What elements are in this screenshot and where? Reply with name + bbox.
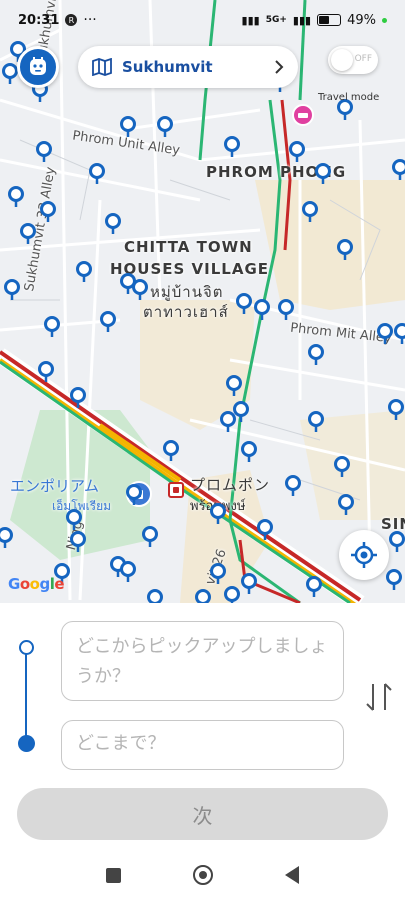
pickup-marker-icon: [19, 640, 34, 655]
hotel-icon[interactable]: [292, 104, 314, 126]
driver-pin-icon: [70, 531, 86, 553]
back-icon[interactable]: [285, 866, 299, 884]
train-station-icon: [168, 482, 184, 498]
driver-pin-icon: [210, 503, 226, 525]
next-button[interactable]: 次: [17, 788, 388, 840]
driver-pin-icon: [289, 141, 305, 163]
avatar-button[interactable]: [17, 46, 59, 88]
route-connector: [25, 648, 27, 744]
driver-pin-icon: [220, 411, 236, 433]
driver-pin-icon: [100, 311, 116, 333]
battery-percent: 49%: [347, 12, 376, 28]
destination-field[interactable]: どこまで？: [61, 720, 344, 770]
recent-apps-icon[interactable]: [106, 867, 121, 883]
area-label-chitta-thai2: ตาทาวเฮาส์: [143, 303, 229, 321]
driver-pin-icon: [377, 323, 393, 345]
battery-icon: [317, 14, 342, 26]
driver-pin-icon: [147, 589, 163, 603]
driver-pin-icon: [308, 411, 324, 433]
driver-pin-icon: [389, 531, 405, 553]
driver-pin-icon: [224, 586, 240, 603]
more-notifications-icon: ···: [83, 12, 97, 28]
driver-pin-icon: [2, 63, 18, 85]
driver-pin-icon: [306, 576, 322, 598]
registered-icon: R: [65, 14, 78, 26]
driver-pin-icon: [40, 201, 56, 223]
driver-pin-icon: [386, 569, 402, 591]
map-view[interactable]: Phrom Unit Alley PHROM PHONG CHITTA TOWN…: [0, 0, 405, 603]
driver-pin-icon: [285, 475, 301, 497]
driver-pin-icon: [338, 494, 354, 516]
driver-pin-icon: [224, 136, 240, 158]
driver-pin-icon: [302, 201, 318, 223]
driver-pin-icon: [20, 223, 36, 245]
driver-pin-icon: [308, 344, 324, 366]
driver-pin-icon: [44, 316, 60, 338]
signal-icon-2: ▮▮▮: [292, 13, 312, 27]
driver-pin-icon: [120, 561, 136, 583]
driver-pin-icon: [66, 509, 82, 531]
pickup-field[interactable]: どこからピックアップしましょうか？: [61, 621, 344, 701]
driver-pin-icon: [38, 361, 54, 383]
driver-pin-icon: [392, 159, 405, 181]
chevron-right-icon: [275, 60, 284, 74]
driver-pin-icon: [120, 116, 136, 138]
driver-pin-icon: [36, 141, 52, 163]
driver-pin-icon: [70, 387, 86, 409]
driver-pin-icon: [394, 323, 405, 345]
home-icon[interactable]: [193, 865, 213, 885]
driver-pin-icon: [334, 456, 350, 478]
status-time: 20:31: [18, 12, 60, 28]
location-label: Sukhumvit: [122, 58, 213, 76]
driver-pin-icon: [4, 279, 20, 301]
driver-pin-icon: [126, 484, 142, 506]
driver-pin-icon: [76, 261, 92, 283]
crosshair-icon: [351, 542, 377, 568]
driver-pin-icon: [8, 186, 24, 208]
travel-mode-label: Travel mode: [318, 92, 380, 103]
driver-pin-icon: [257, 519, 273, 541]
driver-pin-icon: [226, 375, 242, 397]
driver-pin-icon: [241, 441, 257, 463]
robot-avatar-icon: [30, 57, 46, 75]
driver-pin-icon: [0, 527, 13, 549]
driver-pin-icon: [278, 299, 294, 321]
driver-pin-icon: [388, 399, 404, 421]
driver-pin-icon: [195, 589, 211, 603]
driver-pin-icon: [105, 213, 121, 235]
travel-switch[interactable]: OFF: [328, 46, 378, 74]
driver-pin-icon: [236, 293, 252, 315]
my-location-button[interactable]: [339, 530, 389, 580]
swap-locations-button[interactable]: [364, 680, 394, 714]
driver-pin-icon: [132, 279, 148, 301]
system-nav-bar: [0, 850, 405, 900]
poi-label-emporium: エンポリアム: [10, 477, 99, 495]
driver-pin-icon: [142, 526, 158, 548]
google-logo: Google: [8, 575, 65, 593]
status-bar: 20:31 R ··· ▮▮▮ 5G+ ▮▮▮ 49%: [0, 0, 405, 40]
map-icon: [92, 58, 112, 76]
swap-vertical-icon: [366, 683, 392, 711]
active-indicator-icon: [382, 17, 387, 23]
area-label-chitta-line1: CHITTA TOWN: [124, 238, 253, 256]
driver-pin-icon: [315, 163, 331, 185]
driver-pin-icon: [337, 239, 353, 261]
signal-icon: ▮▮▮: [241, 13, 260, 27]
driver-pin-icon: [254, 299, 270, 321]
travel-mode-toggle[interactable]: OFF: [322, 46, 388, 86]
driver-pin-icon: [163, 440, 179, 462]
driver-pin-icon: [89, 163, 105, 185]
station-label-phrom-phong: プロムポン: [190, 476, 271, 494]
travel-switch-state: OFF: [354, 54, 372, 64]
destination-marker-icon: [18, 735, 35, 752]
travel-switch-knob: [331, 49, 353, 71]
driver-pin-icon: [157, 116, 173, 138]
location-selector[interactable]: Sukhumvit: [78, 46, 298, 88]
driver-pin-icon: [241, 573, 257, 595]
driver-pin-icon: [210, 563, 226, 585]
network-type: 5G+: [265, 15, 287, 25]
